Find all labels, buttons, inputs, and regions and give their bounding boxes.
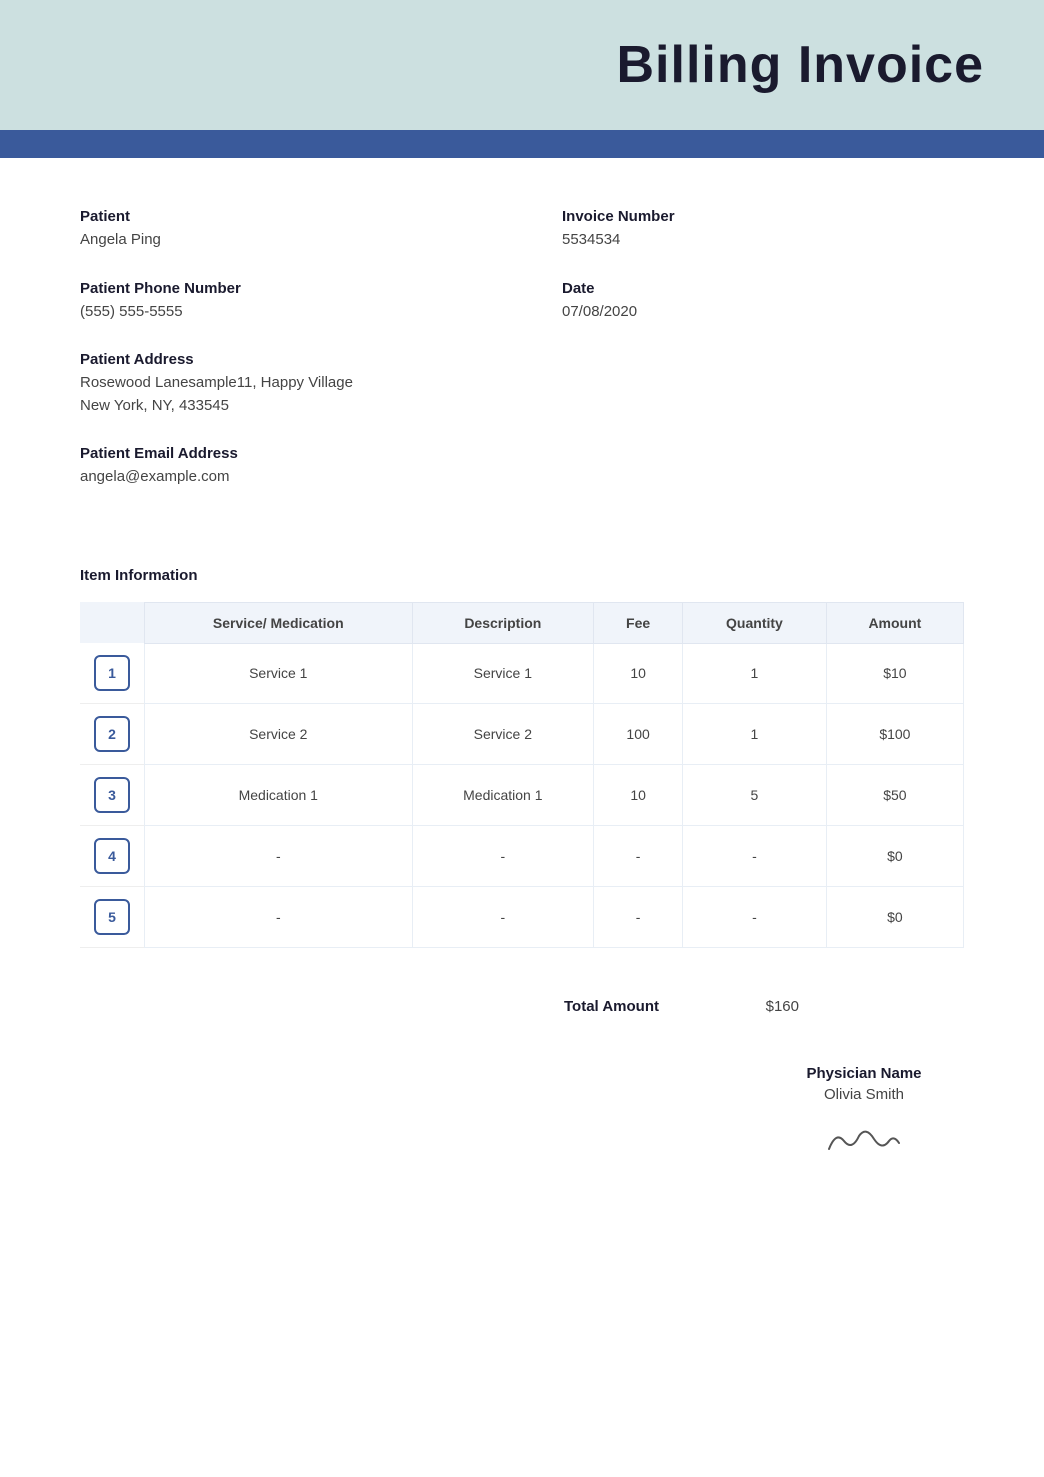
col-description: Description [412, 602, 594, 643]
row-description-cell: Service 1 [412, 643, 594, 704]
total-row: Total Amount $160 [564, 998, 964, 1015]
row-amount-cell: $10 [826, 643, 963, 704]
patient-name-label: Patient [80, 208, 482, 225]
row-amount-cell: $100 [826, 704, 963, 765]
row-service-cell: - [145, 887, 413, 948]
patient-name-value: Angela Ping [80, 229, 482, 252]
row-description-cell: Medication 1 [412, 765, 594, 826]
row-num-cell: 2 [80, 704, 145, 765]
row-service-cell: Service 2 [145, 704, 413, 765]
row-number-badge: 5 [94, 899, 130, 935]
row-service-cell: Service 1 [145, 643, 413, 704]
row-num-cell: 3 [80, 765, 145, 826]
patient-address-block: Patient Address Rosewood Lanesample11, H… [80, 351, 482, 417]
col-service: Service/ Medication [145, 602, 413, 643]
row-fee-cell: 10 [594, 643, 683, 704]
row-num-cell: 1 [80, 643, 145, 704]
page-title: Billing Invoice [617, 35, 985, 95]
row-number-badge: 3 [94, 777, 130, 813]
total-label: Total Amount [564, 998, 659, 1015]
invoice-date-block: Date 07/08/2020 [562, 280, 964, 324]
row-amount-cell: $50 [826, 765, 963, 826]
invoice-date-value: 07/08/2020 [562, 301, 964, 324]
col-num [80, 602, 145, 643]
header-stripe [0, 130, 1044, 158]
physician-label: Physician Name [764, 1065, 964, 1082]
total-value: $160 [739, 998, 799, 1015]
invoice-date-label: Date [562, 280, 964, 297]
table-row: 5 - - - - $0 [80, 887, 964, 948]
patient-address-label: Patient Address [80, 351, 482, 368]
invoice-number-block: Invoice Number 5534534 [562, 208, 964, 252]
row-amount-cell: $0 [826, 826, 963, 887]
header-background: Billing Invoice [0, 0, 1044, 130]
patient-name-block: Patient Angela Ping [80, 208, 482, 252]
items-section: Item Information Service/ Medication Des… [0, 547, 1044, 979]
row-description-cell: - [412, 826, 594, 887]
items-section-title: Item Information [80, 567, 964, 584]
col-fee: Fee [594, 602, 683, 643]
row-quantity-cell: - [683, 826, 827, 887]
invoice-number-label: Invoice Number [562, 208, 964, 225]
row-num-cell: 5 [80, 887, 145, 948]
physician-section: Physician Name Olivia Smith [0, 1045, 1044, 1196]
patient-address-line2: New York, NY, 433545 [80, 395, 482, 418]
patient-email-label: Patient Email Address [80, 445, 482, 462]
row-service-cell: - [145, 826, 413, 887]
row-number-badge: 4 [94, 838, 130, 874]
signature-icon [824, 1121, 904, 1161]
patient-left: Patient Angela Ping Patient Phone Number… [80, 208, 482, 517]
row-fee-cell: 10 [594, 765, 683, 826]
row-fee-cell: - [594, 826, 683, 887]
page: Billing Invoice Patient Angela Ping Pati… [0, 0, 1044, 1477]
items-table: Service/ Medication Description Fee Quan… [80, 602, 964, 949]
row-quantity-cell: 1 [683, 643, 827, 704]
table-row: 1 Service 1 Service 1 10 1 $10 [80, 643, 964, 704]
row-fee-cell: - [594, 887, 683, 948]
patient-right: Invoice Number 5534534 Date 07/08/2020 [562, 208, 964, 517]
row-number-badge: 2 [94, 716, 130, 752]
row-quantity-cell: 5 [683, 765, 827, 826]
physician-block: Physician Name Olivia Smith [764, 1065, 964, 1166]
table-header-row: Service/ Medication Description Fee Quan… [80, 602, 964, 643]
row-quantity-cell: - [683, 887, 827, 948]
patient-email-block: Patient Email Address angela@example.com [80, 445, 482, 489]
row-quantity-cell: 1 [683, 704, 827, 765]
row-amount-cell: $0 [826, 887, 963, 948]
col-quantity: Quantity [683, 602, 827, 643]
invoice-number-value: 5534534 [562, 229, 964, 252]
patient-address-line1: Rosewood Lanesample11, Happy Village [80, 372, 482, 395]
patient-email-value: angela@example.com [80, 466, 482, 489]
table-row: 3 Medication 1 Medication 1 10 5 $50 [80, 765, 964, 826]
row-service-cell: Medication 1 [145, 765, 413, 826]
row-num-cell: 4 [80, 826, 145, 887]
row-description-cell: - [412, 887, 594, 948]
physician-name: Olivia Smith [764, 1086, 964, 1103]
patient-phone-label: Patient Phone Number [80, 280, 482, 297]
table-row: 4 - - - - $0 [80, 826, 964, 887]
row-number-badge: 1 [94, 655, 130, 691]
row-fee-cell: 100 [594, 704, 683, 765]
row-description-cell: Service 2 [412, 704, 594, 765]
patient-section: Patient Angela Ping Patient Phone Number… [0, 158, 1044, 547]
patient-phone-value: (555) 555-5555 [80, 301, 482, 324]
table-row: 2 Service 2 Service 2 100 1 $100 [80, 704, 964, 765]
total-section: Total Amount $160 [0, 978, 1044, 1045]
col-amount: Amount [826, 602, 963, 643]
patient-phone-block: Patient Phone Number (555) 555-5555 [80, 280, 482, 324]
